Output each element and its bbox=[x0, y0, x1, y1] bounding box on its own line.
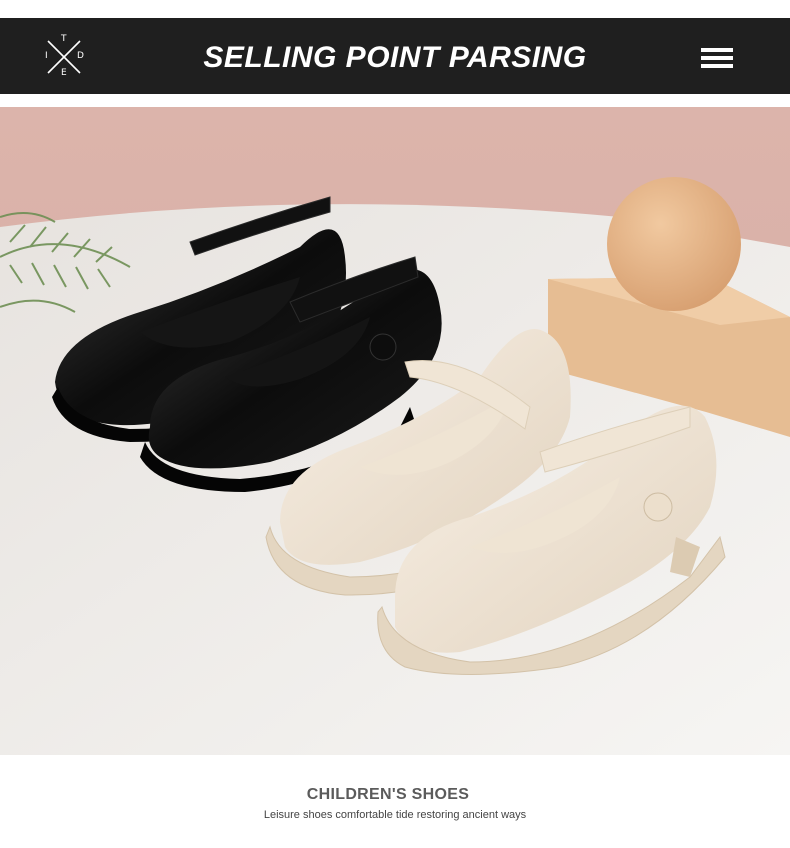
top-header-bar: T I D E SELLING POINT PARSING bbox=[0, 18, 790, 94]
ball bbox=[607, 177, 741, 311]
product-photo bbox=[0, 107, 790, 755]
header-title: SELLING POINT PARSING bbox=[203, 41, 587, 74]
caption-subtitle: Leisure shoes comfortable tide restoring… bbox=[263, 809, 527, 821]
caption-title: CHILDREN'S SHOES bbox=[306, 786, 470, 803]
shoes-illustration bbox=[0, 107, 790, 755]
hamburger-menu-icon[interactable] bbox=[699, 45, 735, 71]
